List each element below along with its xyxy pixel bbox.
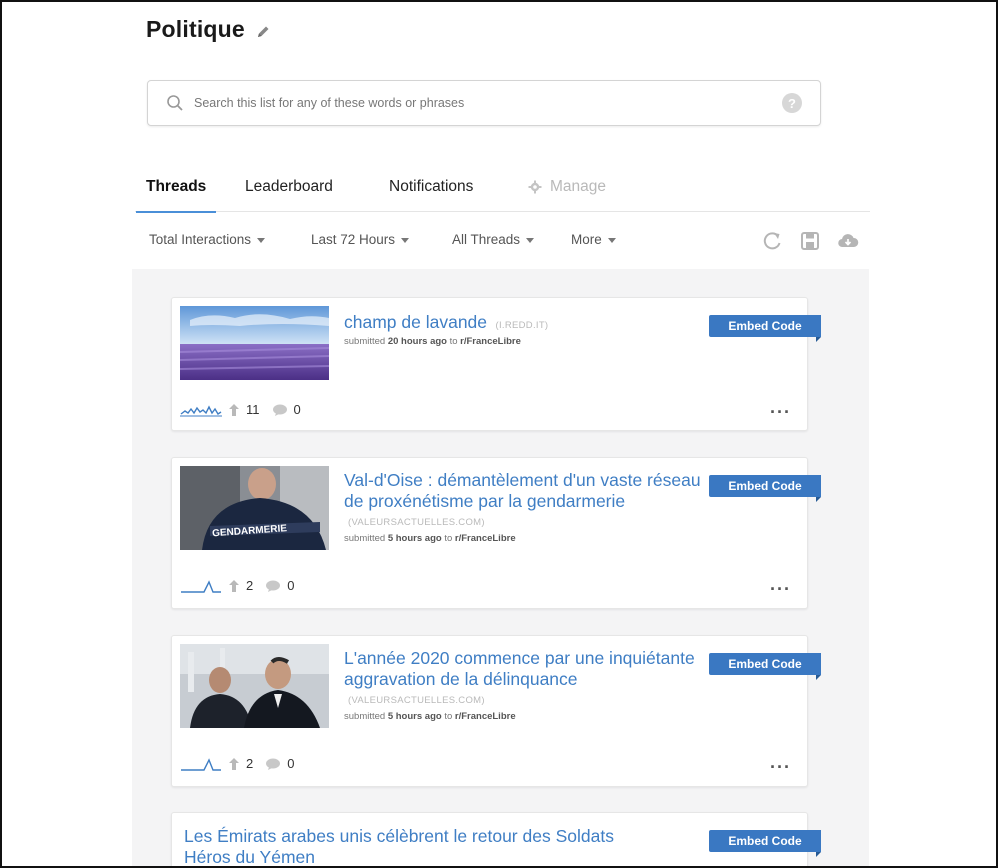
embed-code-button[interactable]: Embed Code [709, 830, 821, 857]
post-stats: 2 0 [180, 756, 294, 771]
more-options-icon[interactable]: ··· [770, 757, 791, 778]
filter-threads[interactable]: All Threads [452, 232, 535, 247]
refresh-icon[interactable] [761, 230, 783, 252]
upvote-arrow-icon [229, 579, 239, 592]
post-title-line: Val-d'Oise : démantèlement d'un vaste ré… [344, 470, 704, 530]
edit-pencil-icon[interactable] [255, 24, 271, 40]
chevron-down-icon [257, 238, 266, 243]
filter-sort[interactable]: Total Interactions [149, 232, 266, 247]
sparkline-icon [180, 404, 222, 416]
post-title-line: L'année 2020 commence par une inquiétant… [344, 648, 704, 708]
cloud-download-icon[interactable] [837, 230, 859, 252]
post-body: champ de lavande (I.REDD.IT) submitted 2… [344, 312, 704, 347]
to-label: to [449, 336, 458, 347]
sparkline-icon [181, 757, 221, 771]
to-label: to [444, 533, 453, 544]
post-title-link[interactable]: Val-d'Oise : démantèlement d'un vaste ré… [344, 470, 701, 511]
upvote-arrow-icon [229, 757, 239, 770]
filter-more-label: More [571, 232, 602, 247]
post-age: 5 hours ago [387, 711, 442, 722]
post-thumbnail[interactable]: GENDARMERIE [180, 466, 329, 550]
page-title: Politique [146, 16, 245, 42]
tab-bar: Threads Leaderboard Notifications Manage [135, 172, 870, 213]
embed-code-button[interactable]: Embed Code [709, 475, 821, 502]
post-meta: submitted 20 hours ago to r/FranceLibre [344, 336, 704, 347]
sparkline-icon [181, 579, 221, 593]
thread-card: L'année 2020 commence par une inquiétant… [171, 635, 821, 787]
post-meta: submitted 5 hours ago to r/FranceLibre [344, 533, 704, 544]
chevron-down-icon [607, 238, 616, 243]
chevron-down-icon [401, 238, 410, 243]
subreddit-link[interactable]: r/FranceLibre [460, 336, 521, 347]
subreddit-link[interactable]: r/FranceLibre [455, 533, 516, 544]
upvote-arrow-icon [229, 403, 239, 416]
search-box: ? [147, 80, 821, 126]
post-body: Les Émirats arabes unis célèbrent le ret… [184, 826, 664, 866]
thread-card: Les Émirats arabes unis célèbrent le ret… [171, 812, 821, 866]
thread-card: GENDARMERIE Val-d'Oise : démantèlement d… [171, 457, 821, 609]
tab-manage-label: Manage [550, 178, 607, 195]
comment-count: 0 [287, 756, 295, 771]
filter-timeframe[interactable]: Last 72 Hours [311, 232, 410, 247]
thread-feed: champ de lavande (I.REDD.IT) submitted 2… [132, 269, 869, 866]
search-icon [167, 95, 183, 111]
post-domain[interactable]: (I.REDD.IT) [495, 320, 548, 331]
comment-icon [272, 404, 287, 416]
post-meta: submitted 5 hours ago to r/FranceLibre [344, 711, 704, 722]
post-thumbnail[interactable] [180, 306, 329, 380]
post-domain[interactable]: (VALEURSACTUELLES.COM) [348, 517, 485, 528]
comment-count: 0 [293, 402, 301, 417]
post-title-link[interactable]: champ de lavande [344, 312, 487, 332]
post-body: L'année 2020 commence par une inquiétant… [344, 648, 704, 722]
comment-icon [266, 580, 281, 592]
post-stats: 2 0 [180, 578, 294, 593]
upvote-count: 11 [246, 402, 260, 417]
tab-manage[interactable]: Manage [528, 178, 606, 212]
submitted-label: submitted [344, 533, 386, 544]
toolbar-actions [761, 230, 859, 252]
post-title-link[interactable]: Les Émirats arabes unis célèbrent le ret… [184, 826, 614, 866]
submitted-label: submitted [344, 711, 386, 722]
gear-icon [528, 180, 542, 194]
filter-bar: Total Interactions Last 72 Hours All Thr… [149, 232, 859, 254]
filter-timeframe-label: Last 72 Hours [311, 232, 396, 247]
post-title-link[interactable]: L'année 2020 commence par une inquiétant… [344, 648, 695, 689]
to-label: to [444, 711, 453, 722]
filter-more[interactable]: More [571, 232, 616, 247]
embed-code-button[interactable]: Embed Code [709, 653, 821, 680]
thread-card: champ de lavande (I.REDD.IT) submitted 2… [171, 297, 821, 431]
help-icon[interactable]: ? [782, 93, 802, 113]
post-domain[interactable]: (VALEURSACTUELLES.COM) [348, 695, 485, 706]
post-thumbnail[interactable] [180, 644, 329, 728]
post-body: Val-d'Oise : démantèlement d'un vaste ré… [344, 470, 704, 544]
tab-leaderboard[interactable]: Leaderboard [245, 178, 333, 212]
post-age: 20 hours ago [387, 336, 447, 347]
upvote-count: 2 [246, 578, 254, 593]
title-row: Politique [146, 16, 271, 43]
filter-threads-label: All Threads [452, 232, 521, 247]
upvote-count: 2 [246, 756, 254, 771]
tab-threads[interactable]: Threads [135, 178, 217, 213]
comment-count: 0 [287, 578, 295, 593]
comment-icon [266, 758, 281, 770]
more-options-icon[interactable]: ··· [770, 402, 791, 423]
tab-notifications[interactable]: Notifications [389, 178, 473, 212]
search-input[interactable] [194, 91, 774, 115]
chevron-down-icon [526, 238, 535, 243]
post-age: 5 hours ago [387, 533, 442, 544]
more-options-icon[interactable]: ··· [770, 579, 791, 600]
post-stats: 11 0 [180, 402, 301, 417]
submitted-label: submitted [344, 336, 386, 347]
embed-code-button[interactable]: Embed Code [709, 315, 821, 342]
post-title-line: champ de lavande (I.REDD.IT) [344, 312, 704, 333]
save-icon[interactable] [799, 230, 821, 252]
subreddit-link[interactable]: r/FranceLibre [455, 711, 516, 722]
filter-sort-label: Total Interactions [149, 232, 252, 247]
app-frame: Politique ? Threads Leaderboard Notifica… [0, 0, 998, 868]
